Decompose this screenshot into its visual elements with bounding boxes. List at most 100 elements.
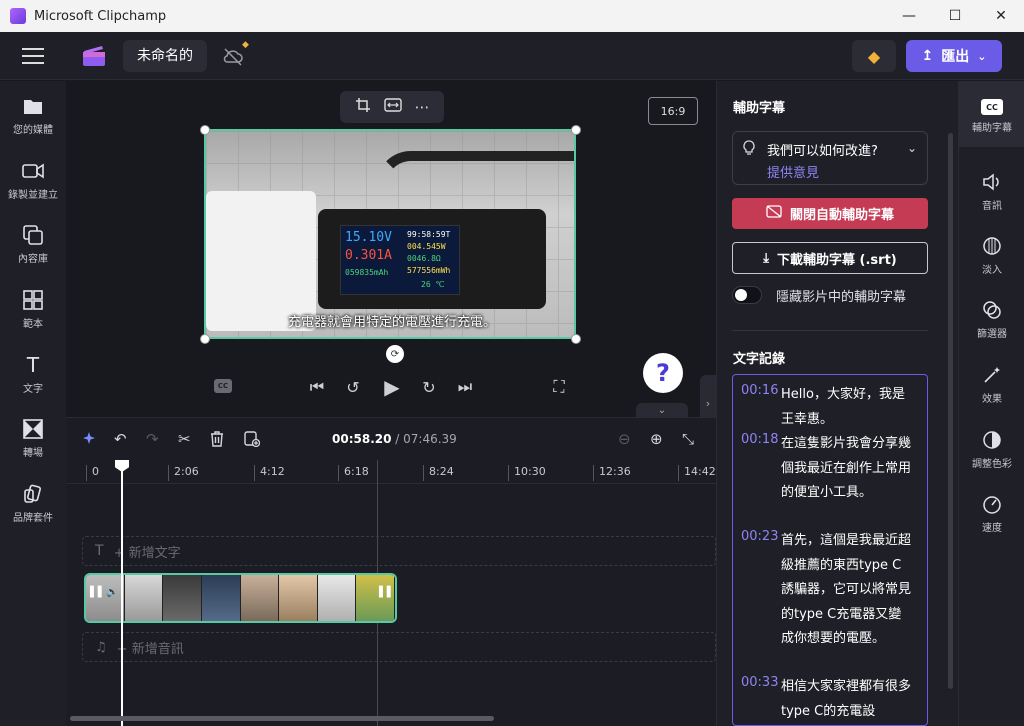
ruler-tick: 8:24 bbox=[423, 465, 454, 481]
tool-effects[interactable]: 效果 bbox=[959, 364, 1024, 405]
play-icon[interactable]: ▶ bbox=[379, 372, 405, 402]
playhead[interactable] bbox=[121, 468, 123, 726]
transcript-time[interactable]: 00:23 bbox=[741, 529, 778, 544]
meter-temp: 26 ℃ bbox=[421, 280, 445, 289]
resize-handle-top-left[interactable] bbox=[200, 125, 210, 135]
transcript-text[interactable]: 首先，這個是我最近超級推薦的東西type C誘騙器，它可以將常見的type C充… bbox=[781, 529, 913, 652]
tool-captions[interactable]: CC 輔助字幕 bbox=[959, 99, 1024, 134]
fit-to-window-icon[interactable]: ⤡ bbox=[682, 430, 694, 448]
title-bar: Microsoft Clipchamp — ☐ ✕ bbox=[0, 0, 1024, 32]
premium-button[interactable]: ◆ bbox=[852, 40, 896, 72]
more-options-icon[interactable]: ⋯ bbox=[415, 98, 430, 116]
aspect-ratio-button[interactable]: 16:9 bbox=[648, 97, 698, 125]
brand-kit-icon bbox=[22, 483, 44, 505]
crop-icon[interactable] bbox=[355, 97, 371, 117]
close-button[interactable]: ✕ bbox=[978, 0, 1024, 32]
transcript-text[interactable]: 相信大家家裡都有很多type C的充電設 bbox=[781, 675, 913, 724]
export-button[interactable]: ↥ 匯出 ⌄ bbox=[906, 40, 1002, 72]
turn-off-auto-captions-button[interactable]: 關閉自動輔助字幕 bbox=[732, 198, 928, 229]
playback-controls: CC ⏮ ↺ ▶ ↻ ⏭ ⛶ bbox=[66, 372, 716, 402]
redo-icon[interactable]: ↷ bbox=[146, 430, 159, 448]
property-tools-sidebar: CC 輔助字幕 音訊 淡入 篩選器 效果 調整色彩 速度 bbox=[958, 81, 1024, 726]
transcript-editor[interactable]: 00:16 Hello，大家好，我是王幸惠。 00:18 在這隻影片我會分享幾個… bbox=[732, 374, 928, 726]
captions-toggle-button[interactable]: CC bbox=[214, 379, 232, 393]
give-feedback-link[interactable]: 提供意見 bbox=[767, 162, 819, 181]
timecode: 00:58.20 / 07:46.39 bbox=[332, 432, 457, 446]
tool-speed[interactable]: 速度 bbox=[959, 493, 1024, 534]
video-preview[interactable]: 15.10V 0.301A 059835mAh 99:58:59T 004.54… bbox=[204, 129, 576, 339]
video-clip[interactable]: ▌▌ 🔈 ▌▌ bbox=[84, 573, 397, 623]
tool-label: 音訊 bbox=[982, 201, 1002, 212]
tool-filters[interactable]: 篩選器 bbox=[959, 299, 1024, 340]
hide-captions-toggle[interactable] bbox=[732, 286, 762, 304]
feedback-dropdown[interactable]: 我們可以如何改進? 提供意見 ⌄ bbox=[732, 131, 928, 185]
clapperboard-logo-icon bbox=[83, 46, 105, 66]
rewind-5s-icon[interactable]: ↺ bbox=[342, 372, 364, 402]
add-to-timeline-icon[interactable] bbox=[244, 430, 260, 448]
delete-icon[interactable] bbox=[210, 430, 224, 448]
timeline-horizontal-scrollbar[interactable] bbox=[70, 716, 494, 721]
fit-icon[interactable] bbox=[383, 98, 402, 116]
sidebar-item-brand-kit[interactable]: 品牌套件 bbox=[0, 483, 66, 524]
forward-5s-icon[interactable]: ↻ bbox=[418, 372, 440, 402]
sidebar-item-record-create[interactable]: 錄製並建立 bbox=[0, 160, 66, 201]
transcript-time[interactable]: 00:33 bbox=[741, 675, 778, 690]
cloud-sync-off-icon[interactable] bbox=[222, 46, 244, 68]
ruler-tick: 0 bbox=[86, 465, 99, 481]
sidebar-item-text[interactable]: T 文字 bbox=[0, 353, 66, 395]
transcript-text[interactable]: Hello，大家好，我是王幸惠。 bbox=[781, 383, 913, 432]
skip-back-icon[interactable]: ⏮ bbox=[306, 372, 328, 402]
tool-label: 調整色彩 bbox=[972, 459, 1012, 470]
help-button[interactable]: ? bbox=[643, 353, 683, 393]
menu-icon[interactable] bbox=[22, 48, 44, 64]
rotate-icon[interactable]: ⟳ bbox=[386, 345, 404, 363]
download-captions-label: 下載輔助字幕 (.srt) bbox=[777, 252, 897, 268]
sidebar-item-label: 轉場 bbox=[23, 448, 43, 459]
transcript-time[interactable]: 00:16 bbox=[741, 383, 778, 398]
transcript-time[interactable]: 00:18 bbox=[741, 432, 778, 447]
minimize-button[interactable]: — bbox=[886, 0, 932, 32]
chevron-right-icon: › bbox=[705, 396, 711, 410]
timeline-ruler[interactable]: 0 2:06 4:12 6:18 8:24 10:30 12:36 14:42 bbox=[66, 460, 716, 484]
sidebar-item-content-library[interactable]: 內容庫 bbox=[0, 224, 66, 265]
speed-gauge-icon bbox=[981, 493, 1003, 515]
split-scissors-icon[interactable]: ✂ bbox=[178, 430, 191, 448]
clip-trim-right-handle[interactable]: ▌▌ bbox=[379, 587, 394, 611]
record-icon bbox=[22, 160, 44, 182]
download-captions-button[interactable]: ⤓ 下載輔助字幕 (.srt) bbox=[732, 242, 928, 274]
chevron-down-icon: ⌄ bbox=[906, 141, 917, 155]
zoom-in-icon[interactable]: ⊕ bbox=[650, 430, 663, 448]
captions-panel-scrollbar[interactable] bbox=[948, 133, 953, 689]
resize-handle-bottom-left[interactable] bbox=[200, 334, 210, 344]
captions-panel-title: 輔助字幕 bbox=[733, 101, 786, 116]
add-text-track[interactable]: T + 新增文字 bbox=[82, 536, 716, 566]
timeline-toolbar: ↶ ↷ ✂ 00:58.20 / 07:46.39 ⊖ ⊕ ⤡ bbox=[66, 418, 716, 460]
add-audio-track[interactable]: ♫ + 新增音訊 bbox=[82, 632, 716, 662]
skip-forward-icon[interactable]: ⏭ bbox=[454, 372, 476, 402]
resize-handle-bottom-right[interactable] bbox=[571, 334, 581, 344]
magic-sparkle-icon[interactable] bbox=[82, 430, 98, 448]
tool-label: 輔助字幕 bbox=[972, 123, 1012, 134]
maximize-button[interactable]: ☐ bbox=[932, 0, 978, 32]
sidebar-item-transitions[interactable]: 轉場 bbox=[0, 418, 66, 459]
collapse-timeline-button[interactable]: ⌄ bbox=[636, 403, 688, 417]
divider bbox=[732, 330, 928, 331]
fullscreen-icon[interactable]: ⛶ bbox=[548, 372, 570, 402]
video-floating-toolbar: ⋯ bbox=[340, 91, 444, 123]
tool-adjust-colors[interactable]: 調整色彩 bbox=[959, 429, 1024, 470]
clip-volume-icon[interactable]: 🔈 bbox=[106, 587, 118, 611]
content-library-icon bbox=[22, 224, 44, 246]
sidebar-item-your-media[interactable]: 您的媒體 bbox=[0, 95, 66, 136]
sidebar-item-templates[interactable]: 範本 bbox=[0, 289, 66, 330]
templates-icon bbox=[22, 289, 44, 311]
transcript-text[interactable]: 在這隻影片我會分享幾個我最近在創作上常用的便宜小工具。 bbox=[781, 432, 913, 506]
tool-audio[interactable]: 音訊 bbox=[959, 171, 1024, 212]
clip-trim-left-handle[interactable]: ▌▌ bbox=[90, 587, 105, 611]
zoom-out-icon[interactable]: ⊖ bbox=[618, 430, 631, 448]
captions-icon: CC bbox=[981, 99, 1003, 115]
project-name-field[interactable]: 未命名的 bbox=[123, 40, 207, 72]
undo-icon[interactable]: ↶ bbox=[114, 430, 127, 448]
tool-fade[interactable]: 淡入 bbox=[959, 235, 1024, 276]
resize-handle-top-right[interactable] bbox=[571, 125, 581, 135]
app-header: 未命名的 ◆ ◆ ↥ 匯出 ⌄ bbox=[0, 32, 1024, 80]
